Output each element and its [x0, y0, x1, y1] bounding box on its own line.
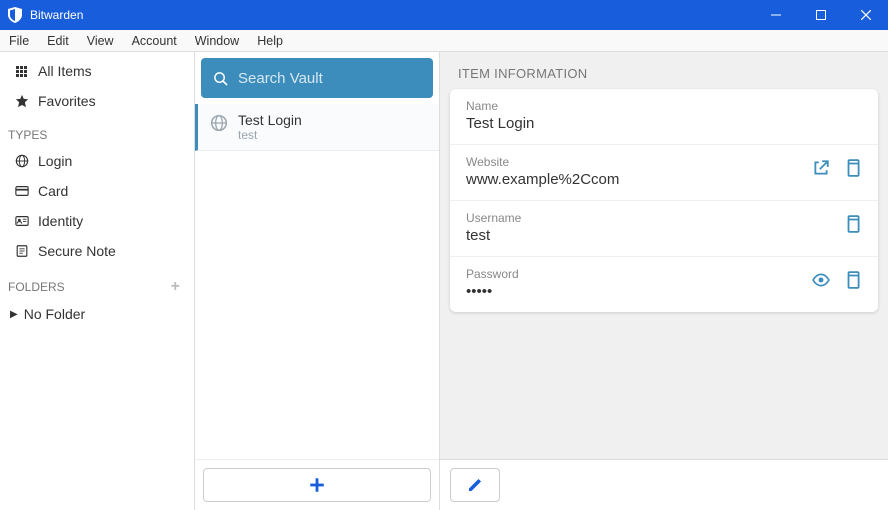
item-info-card: Name Test Login Website www.example%2Cco… — [450, 89, 878, 312]
sidebar-item-label: All Items — [38, 63, 92, 79]
sidebar-item-favorites[interactable]: Favorites — [0, 86, 194, 116]
menu-account[interactable]: Account — [123, 32, 186, 50]
add-folder-icon[interactable]: + — [171, 278, 180, 296]
sidebar: All Items Favorites TYPES Login Card — [0, 52, 195, 510]
sidebar-folders-header: FOLDERS + — [0, 266, 194, 300]
edit-button[interactable] — [450, 468, 500, 502]
copy-icon[interactable] — [844, 271, 862, 289]
add-item-button[interactable] — [203, 468, 431, 502]
sidebar-item-label: Favorites — [38, 93, 96, 109]
maximize-button[interactable] — [798, 0, 843, 30]
field-password: Password ••••• — [450, 257, 878, 312]
menu-window[interactable]: Window — [186, 32, 248, 50]
plus-icon — [308, 476, 326, 494]
field-label: Password — [466, 267, 812, 281]
detail-column: ITEM INFORMATION Name Test Login Website… — [440, 52, 888, 510]
globe-icon — [210, 114, 228, 132]
field-label: Name — [466, 99, 862, 113]
sidebar-item-label: No Folder — [24, 306, 85, 322]
globe-icon — [14, 154, 29, 169]
pencil-icon — [467, 477, 483, 493]
card-icon — [14, 184, 29, 199]
note-icon — [14, 244, 29, 259]
caret-right-icon: ▶ — [10, 309, 18, 320]
titlebar: Bitwarden — [0, 0, 888, 30]
sidebar-types-header: TYPES — [0, 116, 194, 146]
field-value: Test Login — [466, 115, 862, 132]
list-item-title: Test Login — [238, 112, 302, 128]
field-username: Username test — [450, 201, 878, 257]
launch-icon[interactable] — [812, 159, 830, 177]
minimize-button[interactable] — [753, 0, 798, 30]
menu-view[interactable]: View — [78, 32, 123, 50]
copy-icon[interactable] — [844, 159, 862, 177]
sidebar-item-label: Login — [38, 153, 72, 169]
field-name: Name Test Login — [450, 89, 878, 145]
eye-icon[interactable] — [812, 271, 830, 289]
menu-edit[interactable]: Edit — [38, 32, 78, 50]
sidebar-item-label: Identity — [38, 213, 83, 229]
field-label: Website — [466, 155, 812, 169]
sidebar-item-identity[interactable]: Identity — [0, 206, 194, 236]
list-item[interactable]: Test Login test — [195, 104, 439, 151]
item-list-column: Test Login test — [195, 52, 440, 510]
field-value: ••••• — [466, 283, 812, 300]
field-website: Website www.example%2Ccom — [450, 145, 878, 201]
menu-file[interactable]: File — [0, 32, 38, 50]
menubar: File Edit View Account Window Help — [0, 30, 888, 52]
sidebar-item-login[interactable]: Login — [0, 146, 194, 176]
grid-icon — [14, 64, 29, 79]
sidebar-item-label: Secure Note — [38, 243, 116, 259]
search-bar[interactable] — [201, 58, 433, 98]
sidebar-item-no-folder[interactable]: ▶ No Folder — [0, 300, 194, 328]
close-button[interactable] — [843, 0, 888, 30]
search-icon — [213, 71, 228, 86]
field-label: Username — [466, 211, 844, 225]
star-icon — [14, 94, 29, 109]
identity-icon — [14, 214, 29, 229]
sidebar-item-secure-note[interactable]: Secure Note — [0, 236, 194, 266]
sidebar-item-all-items[interactable]: All Items — [0, 56, 194, 86]
sidebar-item-label: Card — [38, 183, 68, 199]
field-value: www.example%2Ccom — [466, 171, 812, 188]
window-title: Bitwarden — [30, 8, 83, 22]
list-item-subtitle: test — [238, 128, 302, 142]
menu-help[interactable]: Help — [248, 32, 292, 50]
sidebar-item-card[interactable]: Card — [0, 176, 194, 206]
detail-header: ITEM INFORMATION — [440, 52, 888, 89]
copy-icon[interactable] — [844, 215, 862, 233]
app-shield-icon — [7, 7, 23, 23]
search-input[interactable] — [238, 70, 421, 87]
field-value: test — [466, 227, 844, 244]
